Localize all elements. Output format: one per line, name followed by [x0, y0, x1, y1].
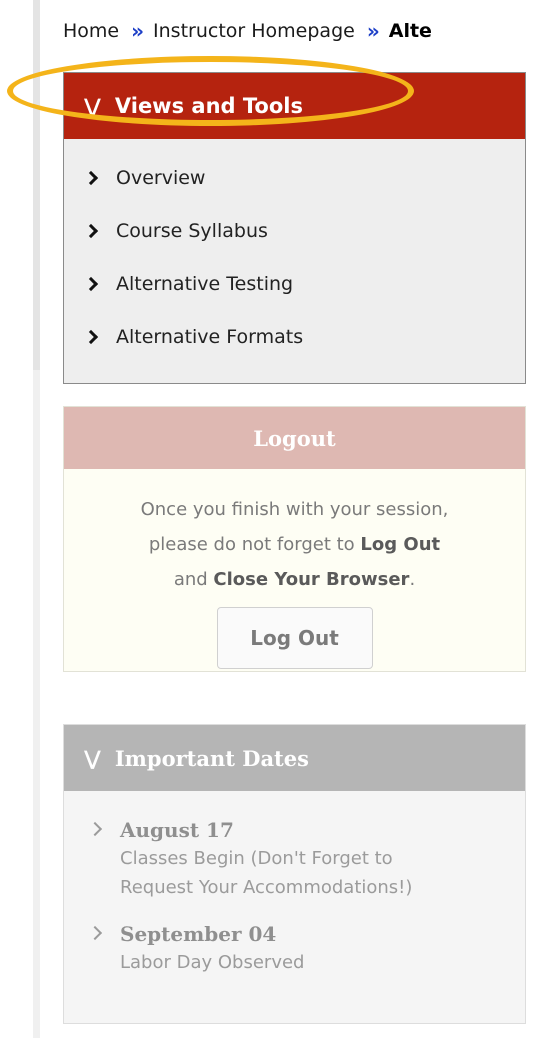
chevron-right-icon — [83, 276, 99, 291]
views-and-tools-title: Views and Tools — [114, 94, 303, 118]
collapse-chevron-icon: ⋁ — [84, 94, 101, 118]
breadcrumb-home-link[interactable]: Home — [63, 20, 119, 42]
logout-header: Logout — [64, 407, 525, 469]
chevron-right-icon — [87, 925, 103, 941]
nav-item-label: Course Syllabus — [116, 219, 268, 242]
date-description: Request Your Accommodations!) — [120, 877, 413, 898]
log-out-button[interactable]: Log Out — [216, 607, 373, 669]
date-list-item: August 17 Classes Begin (Don't Forget to… — [64, 816, 525, 902]
logout-message-emphasis: Log Out — [360, 534, 441, 555]
nav-item-alternative-formats[interactable]: Alternative Formats — [64, 310, 525, 363]
logout-message-line-3: and — [173, 569, 214, 590]
views-and-tools-header[interactable]: ⋁ Views and Tools — [64, 73, 525, 139]
logout-panel: Logout Once you finish with your session… — [63, 406, 526, 672]
nav-item-overview[interactable]: Overview — [64, 151, 525, 204]
collapse-chevron-icon: ⋁ — [84, 746, 101, 770]
date-description: Labor Day Observed — [120, 952, 305, 973]
date-list-item: September 04 Labor Day Observed — [64, 920, 525, 977]
views-and-tools-panel: ⋁ Views and Tools Overview Course Syllab… — [63, 72, 526, 384]
nav-item-label: Alternative Testing — [116, 272, 294, 295]
nav-item-label: Overview — [116, 166, 206, 189]
left-divider-lower — [33, 370, 40, 1038]
logout-message-line-2: please do not forget to — [148, 534, 361, 555]
chevron-right-icon — [87, 821, 103, 837]
logout-message-period: . — [409, 569, 416, 590]
logout-message-line-1: Once you finish with your session, — [140, 499, 449, 520]
breadcrumb: Home » Instructor Homepage » Alte — [63, 16, 432, 46]
logout-message: Once you finish with your session, pleas… — [64, 492, 525, 597]
date-label: September 04 — [120, 922, 277, 946]
chevron-right-icon — [83, 223, 99, 238]
important-dates-title: Important Dates — [114, 745, 309, 771]
breadcrumb-current: Alte — [388, 20, 432, 42]
date-description: Classes Begin (Don't Forget to — [120, 848, 393, 869]
date-label: August 17 — [120, 818, 234, 842]
breadcrumb-instructor-homepage-link[interactable]: Instructor Homepage — [153, 20, 355, 42]
important-dates-header[interactable]: ⋁ Important Dates — [64, 725, 525, 791]
nav-item-label: Alternative Formats — [116, 325, 304, 348]
breadcrumb-separator-icon: » — [366, 19, 380, 43]
nav-item-alternative-testing[interactable]: Alternative Testing — [64, 257, 525, 310]
important-dates-panel: ⋁ Important Dates August 17 Classes Begi… — [63, 724, 526, 1024]
logout-message-emphasis: Close Your Browser — [213, 569, 410, 590]
nav-item-course-syllabus[interactable]: Course Syllabus — [64, 204, 525, 257]
views-nav-list: Overview Course Syllabus Alternative Tes… — [64, 139, 525, 363]
chevron-right-icon — [83, 170, 99, 185]
breadcrumb-separator-icon: » — [131, 19, 144, 43]
chevron-right-icon — [83, 329, 99, 344]
